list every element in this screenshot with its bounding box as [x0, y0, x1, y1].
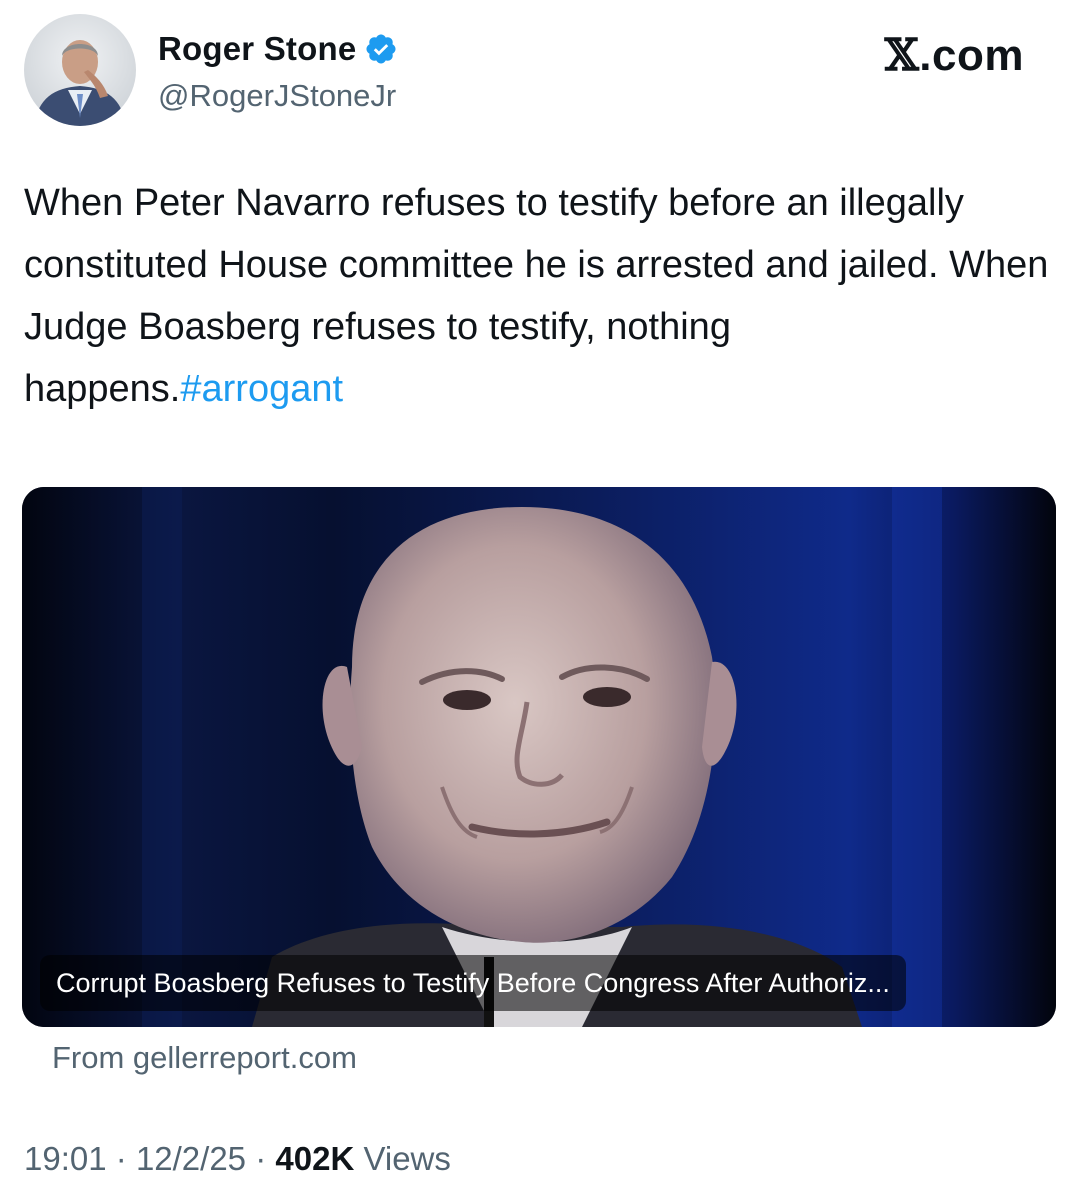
meta-separator: ·	[115, 1140, 127, 1177]
profile-photo-icon	[34, 40, 126, 126]
x-logo-icon: 𝕏.com	[885, 30, 1024, 81]
display-name[interactable]: Roger Stone	[158, 30, 356, 68]
avatar[interactable]	[24, 14, 136, 126]
brand-suffix: .com	[919, 31, 1024, 80]
article-photo-icon	[22, 487, 1056, 1027]
brand-logo-glyph: 𝕏	[884, 30, 920, 81]
tweet-date[interactable]: 12/2/25	[136, 1140, 246, 1177]
tweet-body: When Peter Navarro refuses to testify be…	[24, 182, 1049, 410]
tweet-meta: 19:01 · 12/2/25 · 402K Views	[24, 1140, 451, 1178]
link-card[interactable]: Corrupt Boasberg Refuses to Testify Befo…	[22, 487, 1056, 1027]
views-count[interactable]: 402K	[275, 1140, 354, 1177]
meta-separator: ·	[255, 1140, 267, 1177]
tweet-text: When Peter Navarro refuses to testify be…	[24, 172, 1054, 420]
hashtag-link[interactable]: #arrogant	[180, 368, 343, 410]
link-source[interactable]: From gellerreport.com	[52, 1040, 357, 1076]
user-handle[interactable]: @RogerJStoneJr	[158, 78, 396, 114]
tweet-time[interactable]: 19:01	[24, 1140, 107, 1177]
views-label: Views	[363, 1140, 451, 1177]
verified-badge-icon	[364, 32, 398, 66]
tweet-header: Roger Stone @RogerJStoneJr 𝕏.com	[24, 14, 1054, 134]
link-card-caption: Corrupt Boasberg Refuses to Testify Befo…	[40, 955, 906, 1011]
